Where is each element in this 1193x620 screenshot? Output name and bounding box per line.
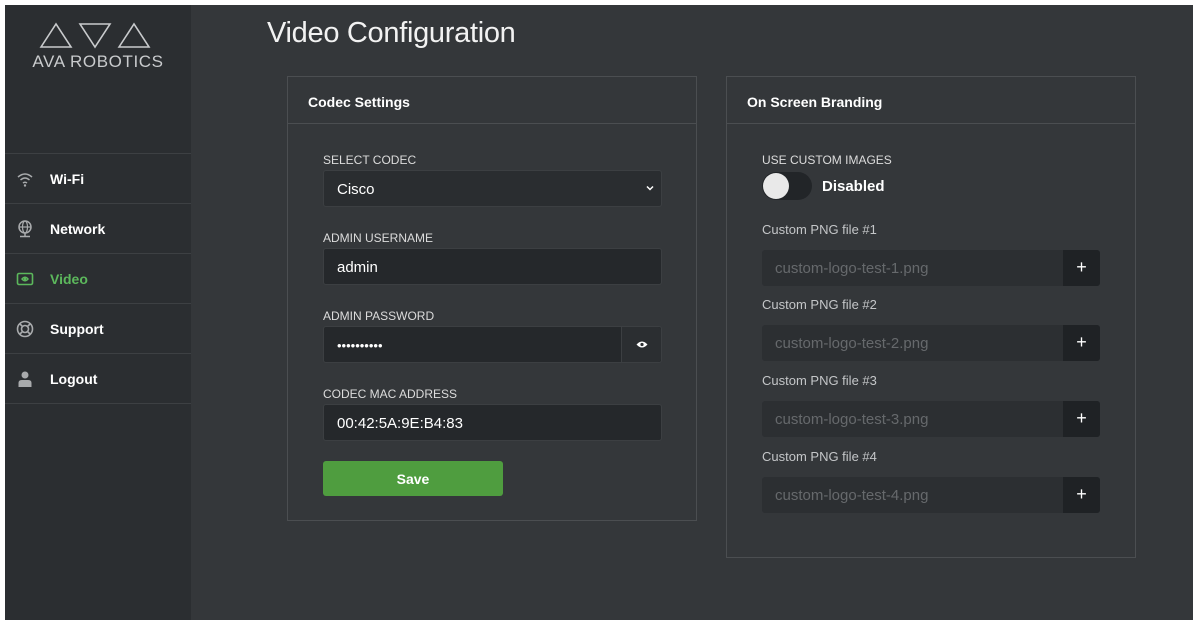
page-title: Video Configuration [267,17,516,49]
admin-username-label: ADMIN USERNAME [323,231,434,245]
file-placeholder: custom-logo-test-4.png [775,487,929,504]
custom-png-file-3[interactable]: custom-logo-test-3.png + [762,401,1100,437]
wifi-icon [17,173,33,187]
save-button[interactable]: Save [323,461,503,496]
sidebar-nav: Wi-Fi Network Video Support Logout [5,153,191,404]
codec-select[interactable]: Cisco [323,170,662,207]
toggle-state-label: Disabled [822,178,885,195]
sidebar-item-label: Video [50,271,88,287]
add-file-button[interactable]: + [1063,325,1100,361]
admin-username-field[interactable]: admin [323,248,662,285]
on-screen-branding-panel: On Screen Branding USE CUSTOM IMAGES Dis… [726,76,1136,558]
file-placeholder: custom-logo-test-3.png [775,411,929,428]
sidebar-item-wifi[interactable]: Wi-Fi [5,154,191,204]
panel-header: On Screen Branding [727,77,1135,124]
add-file-button[interactable]: + [1063,401,1100,437]
sidebar-item-label: Support [50,321,104,337]
custom-png-label-2: Custom PNG file #2 [762,297,877,312]
sidebar: AVA ROBOTICS Wi-Fi Network Video Support… [5,5,191,620]
brand-logo: AVA ROBOTICS [5,5,191,153]
select-codec-label: SELECT CODEC [323,153,417,167]
ava-logo-icon [39,22,151,49]
sidebar-item-support[interactable]: Support [5,304,191,354]
sidebar-item-label: Wi-Fi [50,171,85,187]
admin-password-field[interactable]: •••••••••• [323,326,662,363]
sidebar-item-label: Logout [50,371,98,387]
codec-mac-label: CODEC MAC ADDRESS [323,387,458,401]
panel-header: Codec Settings [288,77,696,124]
custom-png-file-1[interactable]: custom-logo-test-1.png + [762,250,1100,286]
app-frame: AVA ROBOTICS Wi-Fi Network Video Support… [5,5,1193,620]
use-custom-images-label: USE CUSTOM IMAGES [762,153,892,167]
sidebar-item-video[interactable]: Video [5,254,191,304]
file-placeholder: custom-logo-test-2.png [775,335,929,352]
chevron-down-icon [646,185,654,191]
globe-icon [18,220,32,238]
codec-select-value: Cisco [337,181,375,198]
sidebar-item-label: Network [50,221,106,237]
eye-icon [636,341,648,348]
brand-name: AVA ROBOTICS [32,52,164,71]
show-password-button[interactable] [621,327,661,362]
add-file-button[interactable]: + [1063,250,1100,286]
codec-settings-panel: Codec Settings SELECT CODEC Cisco ADMIN … [287,76,697,521]
toggle-knob [763,173,789,199]
add-file-button[interactable]: + [1063,477,1100,513]
password-value: •••••••••• [337,338,383,353]
custom-png-label-1: Custom PNG file #1 [762,222,877,237]
lifebuoy-icon [16,320,34,338]
custom-png-file-4[interactable]: custom-logo-test-4.png + [762,477,1100,513]
custom-png-file-2[interactable]: custom-logo-test-2.png + [762,325,1100,361]
admin-password-label: ADMIN PASSWORD [323,309,435,323]
file-placeholder: custom-logo-test-1.png [775,260,929,277]
codec-mac-field[interactable]: 00:42:5A:9E:B4:83 [323,404,662,441]
user-icon [18,371,32,387]
sidebar-item-network[interactable]: Network [5,204,191,254]
video-icon [16,272,34,286]
custom-png-label-4: Custom PNG file #4 [762,449,877,464]
custom-png-label-3: Custom PNG file #3 [762,373,877,388]
sidebar-item-logout[interactable]: Logout [5,354,191,404]
custom-images-toggle[interactable] [762,172,812,200]
